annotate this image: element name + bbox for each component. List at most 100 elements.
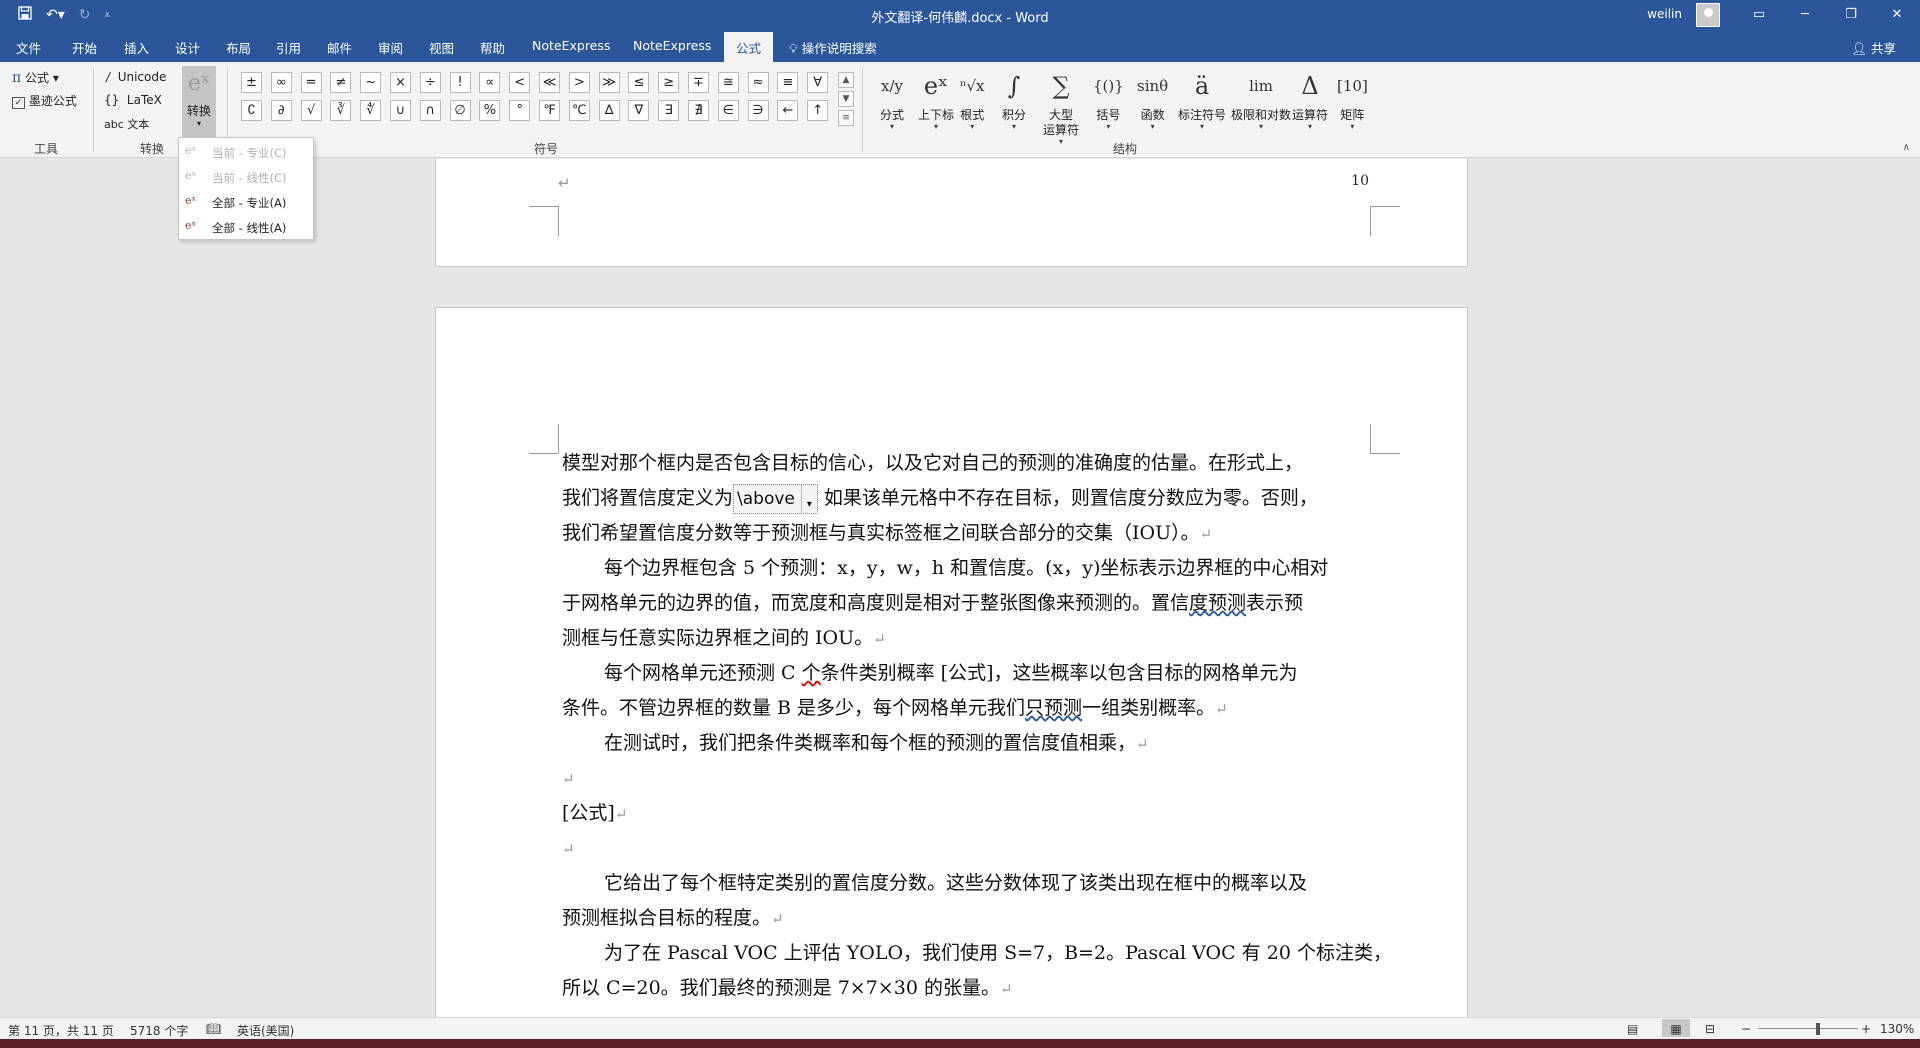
symbol-button[interactable]: ℉	[539, 100, 560, 121]
symbol-button[interactable]: ∪	[390, 100, 411, 121]
text-line[interactable]: 在测试时，我们把条件类概率和每个框的预测的置信度值相乘，↵	[604, 726, 1149, 762]
user-name[interactable]: weilin	[1647, 7, 1682, 21]
symbol-button[interactable]: ≈	[747, 72, 769, 93]
structure-bracket-button[interactable]: {()} 括号 ▾	[1093, 66, 1124, 131]
collapse-ribbon-icon[interactable]: ∧	[1903, 142, 1910, 153]
convert-button[interactable]: eˣ 转换 ▾	[182, 66, 216, 138]
tab-review[interactable]: 审阅	[378, 38, 403, 57]
tab-view[interactable]: 视图	[429, 38, 454, 57]
symbol-button[interactable]: ∀	[807, 72, 829, 93]
symbol-button[interactable]: ∄	[688, 100, 709, 121]
symbol-button[interactable]: !	[449, 72, 471, 93]
structure-function-button[interactable]: sinθ 函数 ▾	[1137, 66, 1168, 131]
menu-item-current-linear[interactable]: eˣ 当前 - 线性(C)	[179, 166, 313, 188]
symbol-button[interactable]: ∋	[747, 100, 769, 121]
proofing-icon[interactable]: 📖︎	[206, 1022, 221, 1036]
read-mode-icon[interactable]: ▤	[1627, 1022, 1638, 1036]
symbol-button[interactable]: ≤	[628, 72, 650, 93]
symbol-button[interactable]: ∈	[717, 100, 739, 121]
symbol-button[interactable]: ∇	[628, 100, 650, 121]
symbol-button[interactable]: >	[568, 72, 590, 93]
tab-noteexpress-2[interactable]: NoteExpress	[633, 38, 711, 53]
avatar[interactable]	[1696, 3, 1720, 27]
tab-home[interactable]: 开始	[72, 38, 97, 57]
structure-integral-button[interactable]: ∫ 积分 ▾	[1002, 66, 1026, 131]
text-line[interactable]: 所以 C=20。我们最终的预测是 7×7×30 的张量。↵	[562, 971, 1013, 1007]
zoom-slider[interactable]	[1758, 1028, 1858, 1029]
zoom-level[interactable]: 130%	[1880, 1022, 1914, 1036]
tab-noteexpress-1[interactable]: NoteExpress	[532, 38, 610, 53]
structure-matrix-button[interactable]: [10] 矩阵 ▾	[1337, 66, 1368, 131]
structure-large-operator-button[interactable]: ∑ 大型 运算符 ▾	[1043, 66, 1079, 146]
symbol-button[interactable]: ×	[390, 72, 411, 93]
symbol-button[interactable]: ~	[360, 72, 382, 93]
symbol-button[interactable]: ←	[777, 100, 799, 121]
symbol-button[interactable]: <	[509, 72, 531, 93]
structure-accent-button[interactable]: ä 标注符号 ▾	[1178, 66, 1226, 131]
symbol-button[interactable]: ∛	[330, 100, 352, 121]
tab-equation[interactable]: 公式	[724, 32, 774, 62]
menu-item-current-professional[interactable]: eˣ 当前 - 专业(C)	[179, 141, 313, 163]
text-line[interactable]: 为了在 Pascal VOC 上评估 YOLO，我们使用 S=7，B=2。Pas…	[604, 936, 1392, 971]
symbol-button[interactable]: ∅	[449, 100, 471, 121]
symbol-button[interactable]: ≪	[539, 72, 560, 93]
symbol-button[interactable]: °	[509, 100, 531, 121]
symbol-button[interactable]: ↑	[807, 100, 829, 121]
structure-operator-button[interactable]: Δ 运算符 ▾	[1292, 66, 1328, 131]
equation-box[interactable]: \above ▾	[733, 484, 818, 514]
symbol-button[interactable]: ≥	[658, 72, 680, 93]
page-count[interactable]: 第 11 页，共 11 页	[8, 1022, 114, 1039]
gallery-more-icon[interactable]: ≡	[838, 110, 854, 126]
restore-button[interactable]: ❐	[1828, 0, 1874, 30]
zoom-in-icon[interactable]: +	[1861, 1022, 1871, 1036]
structure-limit-log-button[interactable]: lim 极限和对数 ▾	[1231, 66, 1291, 131]
share-button[interactable]: 👤︎ 共享	[1851, 38, 1896, 57]
symbol-button[interactable]: ∓	[688, 72, 709, 93]
tab-insert[interactable]: 插入	[124, 38, 149, 57]
gallery-scroll-up-icon[interactable]: ▲	[838, 72, 854, 88]
zoom-slider-thumb[interactable]	[1816, 1023, 1820, 1035]
text-option[interactable]: abc 文本	[104, 116, 149, 132]
text-line[interactable]: 于网格单元的边界的值，而宽度和高度则是相对于整张图像来预测的。置信度预测表示预	[562, 586, 1303, 621]
text-line[interactable]: [公式]↵	[562, 796, 627, 832]
symbol-button[interactable]: ∁	[241, 100, 262, 121]
text-line[interactable]: 条件。不管边界框的数量 B 是多少，每个网格单元我们只预测一组类别概率。↵	[562, 691, 1228, 727]
symbol-button[interactable]: ±	[241, 72, 262, 93]
menu-item-all-professional[interactable]: eˣ 全部 - 专业(A)	[179, 191, 313, 213]
structure-script-button[interactable]: eˣ 上下标 ▾	[918, 66, 954, 131]
equation-options-icon[interactable]: ▾	[800, 485, 817, 513]
empty-line[interactable]: ↵	[562, 761, 575, 797]
text-line[interactable]: 测框与任意实际边界框之间的 IOU。↵	[562, 621, 886, 657]
print-layout-icon[interactable]: ▦	[1662, 1019, 1690, 1037]
tab-file[interactable]: 文件	[16, 38, 41, 57]
structure-radical-button[interactable]: ⁿ√x 根式 ▾	[960, 66, 985, 131]
structure-fraction-button[interactable]: x/y 分式 ▾	[880, 66, 904, 131]
symbol-button[interactable]: ≡	[777, 72, 799, 93]
web-layout-icon[interactable]: ⊟	[1705, 1022, 1715, 1036]
minimize-button[interactable]: ─	[1782, 0, 1828, 30]
language[interactable]: 英语(美国)	[237, 1022, 294, 1039]
symbol-button[interactable]: ÷	[419, 72, 441, 93]
equation-button[interactable]: π 公式 ▾	[12, 69, 59, 86]
tell-me-search[interactable]: 💡︎ 操作说明搜索	[789, 38, 877, 57]
zoom-out-icon[interactable]: −	[1741, 1022, 1751, 1036]
unicode-option[interactable]: / Unicode	[106, 70, 166, 84]
document-canvas[interactable]: — — — — — — — — — — — — — — — — — — — — …	[0, 159, 1920, 1017]
text-line[interactable]: 预测框拟合目标的程度。↵	[562, 901, 784, 937]
symbol-button[interactable]: ∞	[270, 72, 292, 93]
symbol-button[interactable]: ∂	[270, 100, 292, 121]
tab-help[interactable]: 帮助	[480, 38, 505, 57]
text-line[interactable]: 每个边界框包含 5 个预测：x，y，w，h 和置信度。(x，y)坐标表示边界框的…	[604, 551, 1328, 586]
text-line[interactable]: 模型对那个框内是否包含目标的信心，以及它对自己的预测的准确度的估量。在形式上，	[562, 446, 1303, 481]
word-count[interactable]: 5718 个字	[130, 1022, 188, 1039]
symbol-button[interactable]: ∜	[360, 100, 382, 121]
tab-layout[interactable]: 布局	[226, 38, 251, 57]
symbol-button[interactable]: ℃	[568, 100, 590, 121]
symbol-button[interactable]: ≅	[717, 72, 739, 93]
latex-option[interactable]: {} LaTeX	[104, 93, 162, 107]
tab-mailings[interactable]: 邮件	[327, 38, 352, 57]
symbol-button[interactable]: ≠	[330, 72, 352, 93]
empty-line[interactable]: ↵	[562, 831, 575, 867]
close-button[interactable]: ✕	[1874, 0, 1920, 30]
tab-references[interactable]: 引用	[276, 38, 301, 57]
